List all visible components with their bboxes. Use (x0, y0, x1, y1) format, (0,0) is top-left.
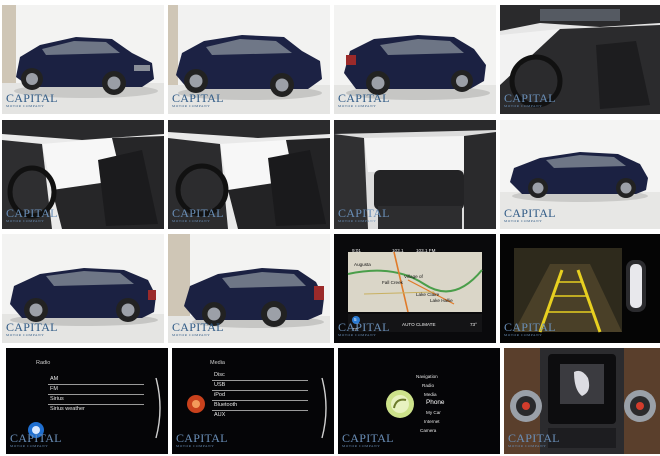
photo-interior-driver-door[interactable]: CAPITAL MOTOR COMPANY (2, 120, 164, 229)
photo-navigation-map[interactable]: 9:01 103.1 103.1 FM Augusta Fall Creek V… (334, 234, 496, 343)
watermark-logo: CAPITAL MOTOR COMPANY (6, 319, 58, 337)
watermark-logo: CAPITAL MOTOR COMPANY (6, 92, 58, 109)
media-menu-item[interactable]: Bluetooth (214, 402, 237, 408)
photo-exterior-rear-left[interactable]: CAPITAL MOTOR COMPANY (334, 5, 496, 114)
menu-divider (212, 390, 308, 391)
menu-divider (212, 380, 308, 381)
watermark-logo: CAPITAL MOTOR COMPANY (6, 205, 58, 223)
nav-radio-freq: 103.1 (392, 248, 404, 253)
watermark-logo: CAPITAL MOTOR COMPANY (172, 90, 224, 108)
photo-home-menu[interactable]: Navigation Radio Media Phone My Car Inte… (338, 348, 500, 454)
nav-climate: AUTO CLIMATE (402, 322, 436, 327)
menu-divider (212, 410, 308, 411)
photo-interior-driver-seat[interactable]: CAPITAL MOTOR COMPANY (168, 120, 330, 229)
radio-menu-item[interactable]: Sirius weather (50, 406, 85, 412)
media-menu-title: Media (210, 360, 225, 366)
photo-center-console-controls[interactable]: CAPITAL MOTOR COMPANY (504, 348, 660, 454)
nav-place: Lake Hallie (430, 298, 453, 303)
nav-temp-right: 73° (470, 322, 477, 327)
photo-backup-camera[interactable]: CAPITAL MOTOR COMPANY (500, 234, 660, 343)
nav-station: 103.1 FM (416, 248, 436, 253)
watermark-logo: CAPITAL MOTOR COMPANY (338, 90, 390, 108)
watermark-logo: CAPITAL MOTOR COMPANY (504, 319, 556, 337)
photo-exterior-front-left-close[interactable]: CAPITAL MOTOR COMPANY (168, 5, 330, 114)
photo-interior-dash-sunroof[interactable]: CAPITAL MOTOR COMPANY (500, 5, 660, 114)
photo-interior-rear-seats[interactable]: CAPITAL MOTOR COMPANY (334, 120, 496, 229)
watermark-logo: CAPITAL MOTOR COMPANY (176, 430, 228, 448)
radio-menu-item[interactable]: FM (50, 386, 58, 392)
watermark-logo: CAPITAL MOTOR COMPANY (10, 430, 62, 448)
media-menu-item[interactable]: iPod (214, 392, 225, 398)
home-menu-item[interactable]: Navigation (416, 374, 438, 379)
menu-divider (48, 384, 144, 385)
radio-menu-title: Radio (36, 360, 51, 366)
photo-exterior-side-left[interactable]: CAPITAL MOTOR COMPANY (2, 234, 164, 343)
home-menu-item[interactable]: Radio (422, 383, 434, 388)
photo-media-menu[interactable]: Media Disc USB iPod Bluetooth AUX CAPITA… (172, 348, 334, 454)
radio-menu-item[interactable]: Sirius (50, 396, 64, 402)
photo-exterior-side-far[interactable]: CAPITAL MOTOR COMPANY (500, 120, 660, 229)
photo-radio-menu[interactable]: Radio AM FM Sirius Sirius weather CAPITA… (6, 348, 168, 454)
watermark-logo: CAPITAL MOTOR COMPANY (338, 205, 390, 223)
media-menu-item[interactable]: AUX (214, 412, 225, 418)
watermark-logo: CAPITAL MOTOR COMPANY (504, 205, 556, 223)
watermark-logo: CAPITAL MOTOR COMPANY (172, 205, 224, 223)
watermark-logo: CAPITAL MOTOR COMPANY (504, 90, 556, 108)
watermark-logo: CAPITAL MOTOR COMPANY (342, 430, 394, 448)
home-menu-item[interactable]: Camera (420, 428, 436, 433)
watermark-sub: MOTOR COMPANY (6, 103, 45, 108)
nav-place: Lake Claire (416, 292, 440, 297)
home-menu-item[interactable]: Media (424, 392, 437, 397)
home-menu-item[interactable]: Internet (424, 419, 440, 424)
nav-place: Augusta (354, 262, 371, 267)
menu-divider (48, 394, 144, 395)
nav-place: Village of (404, 274, 423, 279)
home-menu-item-selected[interactable]: Phone (426, 399, 444, 406)
watermark-logo: CAPITAL MOTOR COMPANY (172, 319, 224, 337)
nav-place: Fall Creek (382, 280, 403, 285)
watermark-logo: CAPITAL MOTOR COMPANY (338, 319, 390, 337)
menu-divider (48, 404, 144, 405)
photo-exterior-rear-quarter[interactable]: CAPITAL MOTOR COMPANY (168, 234, 330, 343)
nav-time: 9:01 (352, 248, 361, 253)
photo-exterior-front-left[interactable]: CAPITAL MOTOR COMPANY (2, 5, 164, 114)
home-menu-item[interactable]: My Car (426, 410, 441, 415)
watermark-logo: CAPITAL MOTOR COMPANY (508, 430, 560, 448)
media-menu-item[interactable]: Disc (214, 372, 225, 378)
menu-divider (212, 400, 308, 401)
media-menu-item[interactable]: USB (214, 382, 225, 388)
radio-menu-item[interactable]: AM (50, 376, 58, 382)
watermark-name: CAPITAL (6, 90, 58, 105)
